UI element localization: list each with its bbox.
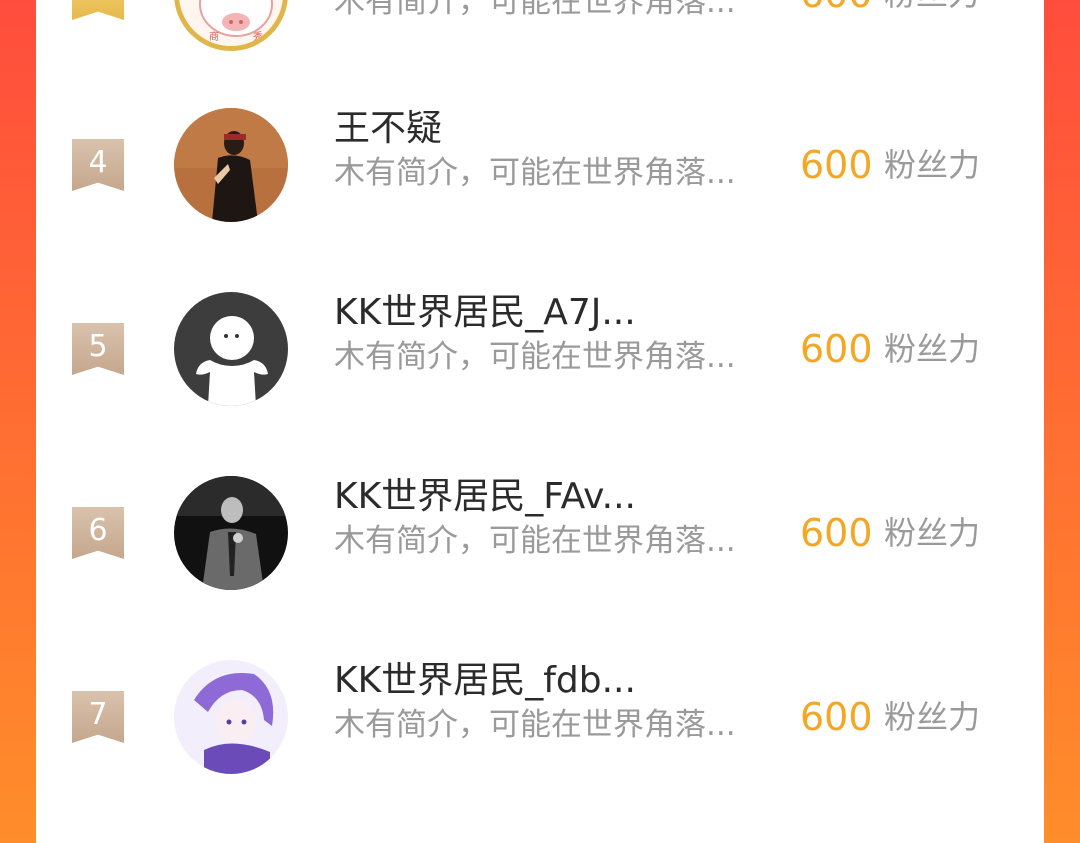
rank-badge: 7 bbox=[72, 691, 124, 743]
rank-badge: 5 bbox=[72, 323, 124, 375]
rank-badge: 6 bbox=[72, 507, 124, 559]
user-bio: 木有简介，可能在世界角落... bbox=[334, 155, 736, 191]
avatar[interactable] bbox=[174, 660, 288, 774]
fan-power-score: 600 bbox=[800, 143, 873, 187]
user-bio: 木有简介，可能在世界角落... bbox=[334, 339, 736, 375]
fan-power-score: 600 bbox=[800, 0, 873, 16]
avatar[interactable] bbox=[174, 108, 288, 222]
avatar[interactable] bbox=[174, 476, 288, 590]
default-ghost-avatar-icon bbox=[174, 292, 288, 406]
person-photo-avatar-icon bbox=[174, 108, 288, 222]
anime-character-avatar-icon bbox=[174, 660, 288, 774]
user-name[interactable]: KK世界居民_FAv... bbox=[334, 467, 774, 519]
ranking-row[interactable]: 4 王不疑 木有简介，可能在世界角落... 600 粉丝力 bbox=[36, 73, 1044, 257]
fan-power-score: 600 bbox=[800, 695, 873, 739]
fan-ranking-card: 商 秀 木有简介，可能在世界角落... 600 粉丝力 4 王不疑 木有简介，可… bbox=[36, 0, 1044, 843]
user-bio: 木有简介，可能在世界角落... bbox=[334, 707, 736, 743]
rank-badge: 4 bbox=[72, 139, 124, 191]
ranking-row[interactable]: 5 KK世界居民_A7J... 木有简介，可能在世界角落... 600 粉丝力 bbox=[36, 257, 1044, 441]
avatar[interactable] bbox=[174, 292, 288, 406]
fan-power-score: 600 bbox=[800, 511, 873, 555]
user-name[interactable]: KK世界居民_fdb... bbox=[334, 651, 774, 703]
fan-power-unit: 粉丝力 bbox=[884, 514, 981, 552]
rank-badge bbox=[72, 0, 124, 20]
ranking-row[interactable]: 6 KK世界居民_FAv... 木有简介，可能在世界角落... 600 粉丝力 bbox=[36, 441, 1044, 625]
svg-text:商: 商 bbox=[209, 30, 219, 43]
ranking-row[interactable]: 7 KK世界居民_fdb... 木有简介，可能在世界角落... 600 粉丝力 bbox=[36, 625, 1044, 809]
pig-cartoon-avatar-icon: 商 秀 bbox=[179, 0, 283, 46]
fan-power-unit: 粉丝力 bbox=[884, 698, 981, 736]
user-name[interactable]: 王不疑 bbox=[334, 99, 774, 151]
fan-power-unit: 粉丝力 bbox=[884, 0, 980, 14]
fan-power-unit: 粉丝力 bbox=[884, 146, 981, 184]
user-name[interactable]: KK世界居民_A7J... bbox=[334, 283, 774, 335]
fan-power-score: 600 bbox=[800, 327, 873, 371]
avatar[interactable]: 商 秀 bbox=[174, 0, 288, 51]
singer-photo-avatar-icon bbox=[174, 476, 288, 590]
svg-text:秀: 秀 bbox=[253, 31, 263, 43]
fan-power-unit: 粉丝力 bbox=[884, 330, 981, 368]
user-bio: 木有简介，可能在世界角落... bbox=[334, 0, 736, 20]
user-bio: 木有简介，可能在世界角落... bbox=[334, 523, 736, 559]
